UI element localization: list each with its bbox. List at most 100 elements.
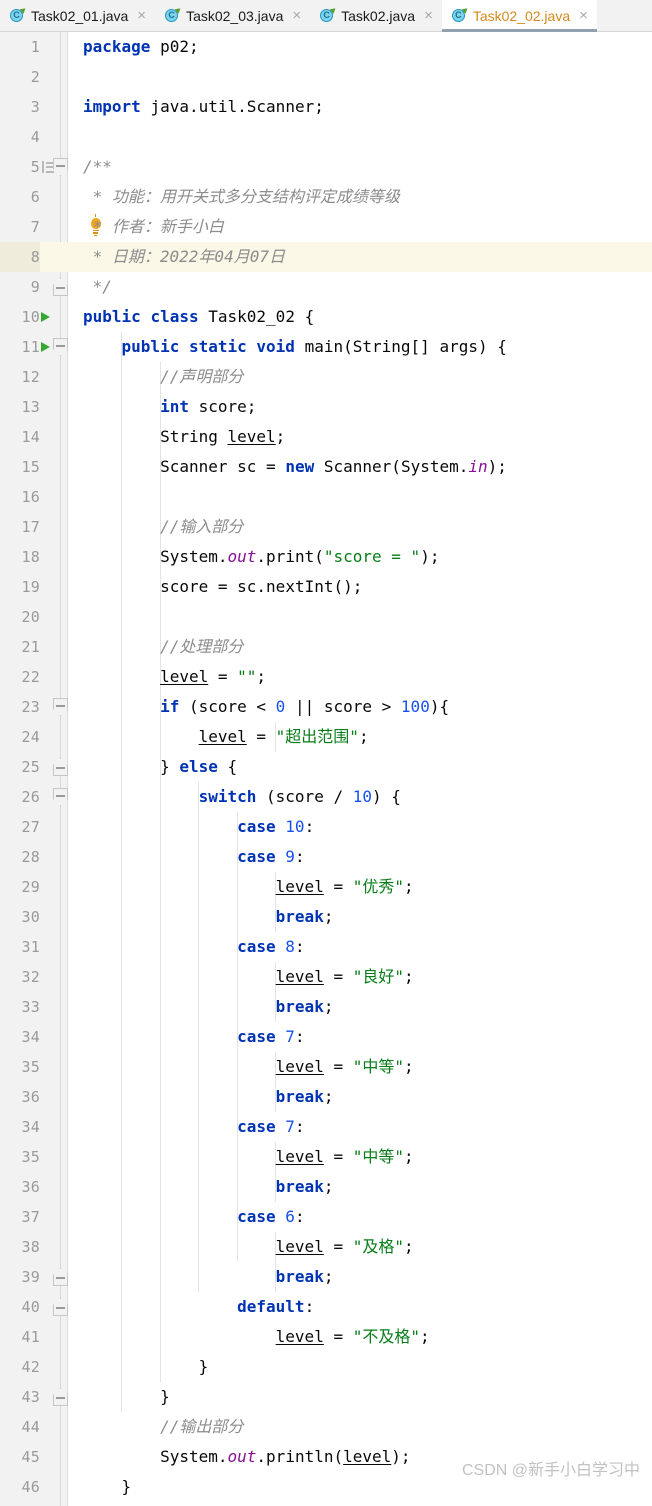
code-fold-toggle[interactable] <box>53 158 68 176</box>
code-fold-toggle[interactable] <box>53 788 68 806</box>
gutter-marks[interactable] <box>40 1352 68 1382</box>
gutter-marks[interactable] <box>40 962 68 992</box>
code-line[interactable]: 24 level = "超出范围"; <box>0 722 652 752</box>
gutter-marks[interactable] <box>40 512 68 542</box>
code-line[interactable]: 23 if (score < 0 || score > 100){ <box>0 692 652 722</box>
gutter-marks[interactable] <box>40 1052 68 1082</box>
gutter-marks[interactable] <box>40 92 68 122</box>
gutter-marks[interactable] <box>40 1202 68 1232</box>
code-line[interactable]: 35 level = "中等"; <box>0 1052 652 1082</box>
gutter-marks[interactable] <box>40 572 68 602</box>
code-line[interactable]: 26 switch (score / 10) { <box>0 782 652 812</box>
code-editor[interactable]: 1 package p02; 2 3 import java.util.Scanner;… <box>0 32 652 1506</box>
code-line[interactable]: 15 Scanner sc = new Scanner(System.in); <box>0 452 652 482</box>
code-line[interactable]: 34 case 7: <box>0 1112 652 1142</box>
gutter-marks[interactable] <box>40 32 68 62</box>
code-line[interactable]: 18 System.out.print("score = "); <box>0 542 652 572</box>
gutter-marks[interactable] <box>40 182 68 212</box>
gutter-marks[interactable] <box>40 362 68 392</box>
gutter-marks[interactable] <box>40 1232 68 1262</box>
code-line[interactable]: 8 * 日期：2022年04月07日 <box>0 242 652 272</box>
gutter-marks[interactable] <box>40 842 68 872</box>
code-line[interactable]: 14 String level; <box>0 422 652 452</box>
code-lines[interactable]: 1 package p02; 2 3 import java.util.Scanner;… <box>0 32 652 1506</box>
gutter-marks[interactable] <box>40 1322 68 1352</box>
code-line[interactable]: 7 * 作者：新手小白 <box>0 212 652 242</box>
gutter-marks[interactable] <box>40 602 68 632</box>
code-line[interactable]: 30 break; <box>0 902 652 932</box>
gutter-marks[interactable] <box>40 872 68 902</box>
code-fold-toggle[interactable] <box>53 1298 68 1316</box>
gutter-marks[interactable] <box>40 482 68 512</box>
tab-close-icon[interactable]: × <box>137 8 146 23</box>
code-line[interactable]: 20 <box>0 602 652 632</box>
gutter-marks[interactable] <box>40 122 68 152</box>
gutter-marks[interactable] <box>40 452 68 482</box>
code-line[interactable]: 28 case 9: <box>0 842 652 872</box>
code-line[interactable]: 38 level = "及格"; <box>0 1232 652 1262</box>
gutter-marks[interactable] <box>40 1022 68 1052</box>
code-line[interactable]: 47} <box>0 1502 652 1506</box>
code-line[interactable]: 3 import java.util.Scanner; <box>0 92 652 122</box>
code-line[interactable]: 32 level = "良好"; <box>0 962 652 992</box>
code-line[interactable]: 5 /** <box>0 152 652 182</box>
gutter-marks[interactable] <box>40 1172 68 1202</box>
gutter-marks[interactable] <box>40 392 68 422</box>
gutter-marks[interactable] <box>40 422 68 452</box>
code-fold-toggle[interactable] <box>53 698 68 716</box>
code-line[interactable]: 36 break; <box>0 1172 652 1202</box>
code-line[interactable]: 4 <box>0 122 652 152</box>
tab-close-icon[interactable]: × <box>424 8 433 23</box>
gutter-marks[interactable] <box>40 1142 68 1172</box>
run-method-icon[interactable] <box>41 342 50 352</box>
code-fold-toggle[interactable] <box>53 278 68 296</box>
editor-tab-task02_01-java[interactable]: C Task02_01.java × <box>0 0 155 31</box>
editor-tab-task02_02-java[interactable]: C Task02_02.java × <box>441 0 597 32</box>
code-line[interactable]: 12 //声明部分 <box>0 362 652 392</box>
editor-tab-task02-java[interactable]: C Task02.java × <box>310 0 442 31</box>
gutter-marks[interactable] <box>40 302 68 332</box>
gutter-marks[interactable] <box>40 812 68 842</box>
gutter-marks[interactable] <box>40 1412 68 1442</box>
gutter-marks[interactable] <box>40 932 68 962</box>
code-line[interactable]: 33 break; <box>0 992 652 1022</box>
gutter-marks[interactable] <box>40 242 68 272</box>
gutter-marks[interactable] <box>40 662 68 692</box>
tab-close-icon[interactable]: × <box>292 8 301 23</box>
code-line[interactable]: 9 */ <box>0 272 652 302</box>
code-line[interactable]: 36 break; <box>0 1082 652 1112</box>
code-line[interactable]: 29 level = "优秀"; <box>0 872 652 902</box>
code-line[interactable]: 31 case 8: <box>0 932 652 962</box>
code-line[interactable]: 41 level = "不及格"; <box>0 1322 652 1352</box>
code-line[interactable]: 16 <box>0 482 652 512</box>
tab-close-icon[interactable]: × <box>579 8 588 23</box>
gutter-marks[interactable] <box>40 902 68 932</box>
code-line[interactable]: 34 case 7: <box>0 1022 652 1052</box>
gutter-marks[interactable] <box>40 1082 68 1112</box>
code-line[interactable]: 27 case 10: <box>0 812 652 842</box>
code-fold-toggle[interactable] <box>53 338 68 356</box>
gutter-marks[interactable] <box>40 542 68 572</box>
run-class-icon[interactable] <box>41 312 50 322</box>
gutter-marks[interactable] <box>40 1502 68 1506</box>
code-line[interactable]: 13 int score; <box>0 392 652 422</box>
code-line[interactable]: 35 level = "中等"; <box>0 1142 652 1172</box>
code-line[interactable]: 44 //输出部分 <box>0 1412 652 1442</box>
code-fold-toggle[interactable] <box>53 1388 68 1406</box>
code-line[interactable]: 10 public class Task02_02 { <box>0 302 652 332</box>
gutter-marks[interactable] <box>40 722 68 752</box>
gutter-marks[interactable] <box>40 62 68 92</box>
code-line[interactable]: 11 public static void main(String[] args… <box>0 332 652 362</box>
code-line[interactable]: 6 * 功能：用开关式多分支结构评定成绩等级 <box>0 182 652 212</box>
editor-tab-task02_03-java[interactable]: C Task02_03.java × <box>155 0 310 31</box>
code-fold-toggle[interactable] <box>53 1268 68 1286</box>
code-line[interactable]: 19 score = sc.nextInt(); <box>0 572 652 602</box>
gutter-marks[interactable] <box>40 212 68 242</box>
code-line[interactable]: 22 level = ""; <box>0 662 652 692</box>
code-line[interactable]: 42 } <box>0 1352 652 1382</box>
code-line[interactable]: 25 } else { <box>0 752 652 782</box>
code-line[interactable]: 37 case 6: <box>0 1202 652 1232</box>
code-line[interactable]: 39 break; <box>0 1262 652 1292</box>
code-fold-toggle[interactable] <box>53 758 68 776</box>
gutter-marks[interactable] <box>40 1472 68 1502</box>
